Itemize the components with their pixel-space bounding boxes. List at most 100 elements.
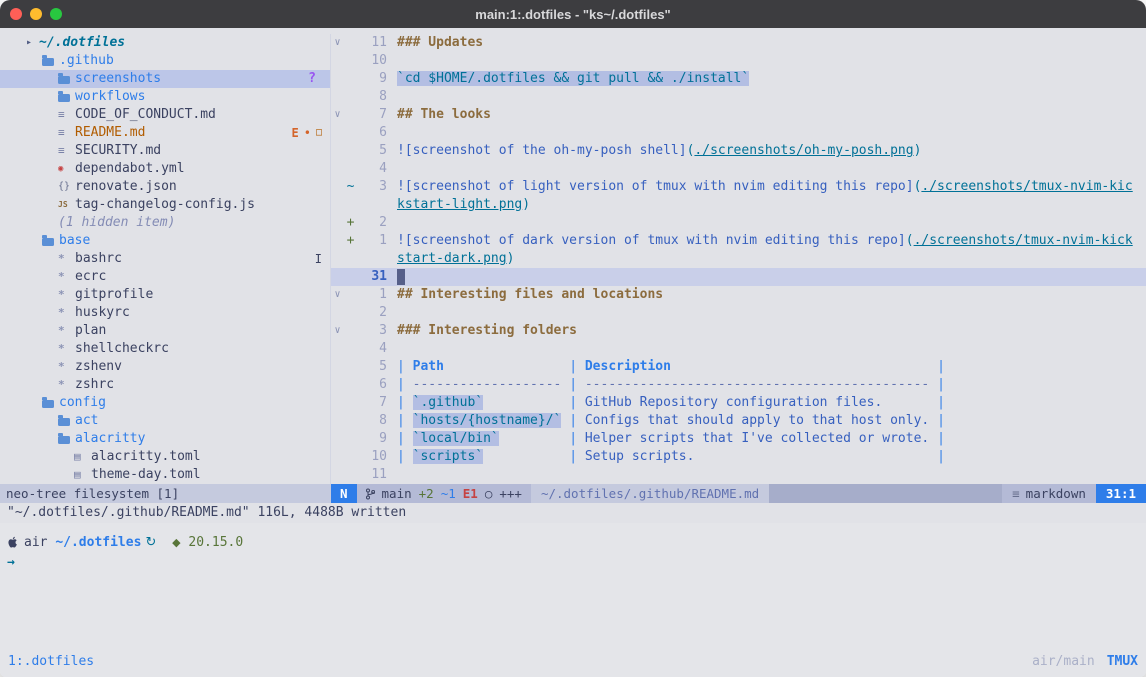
editor-line-9[interactable]: kstart-light.png) bbox=[331, 196, 1146, 214]
tree-item-zshenv[interactable]: *zshenv bbox=[0, 358, 330, 376]
line-text: | ------------------- | ----------------… bbox=[397, 376, 1146, 394]
tree-item-theme-day-toml[interactable]: ▤theme-day.toml bbox=[0, 466, 330, 484]
editor-line-16[interactable]: ∨3### Interesting folders bbox=[331, 322, 1146, 340]
tree-item-tag-changelog-config-js[interactable]: JStag-changelog-config.js bbox=[0, 196, 330, 214]
sign-column bbox=[344, 142, 357, 160]
editor-line-18[interactable]: 5| Path | Description | bbox=[331, 358, 1146, 376]
statusline-spacer bbox=[769, 484, 1002, 503]
tree-item-1-hidden-item[interactable]: (1 hidden item) bbox=[0, 214, 330, 232]
syntax-h: ## The looks bbox=[397, 107, 491, 122]
editor-line-1[interactable]: 10 bbox=[331, 52, 1146, 70]
tree-item-gitprofile[interactable]: *gitprofile bbox=[0, 286, 330, 304]
tree-item-huskyrc[interactable]: *huskyrc bbox=[0, 304, 330, 322]
sync-symbol: ↻ bbox=[146, 535, 157, 550]
syntax-lk: ) bbox=[914, 143, 922, 158]
editor-line-5[interactable]: 6 bbox=[331, 124, 1146, 142]
tree-item-zshrc[interactable]: *zshrc bbox=[0, 376, 330, 394]
editor-line-15[interactable]: 2 bbox=[331, 304, 1146, 322]
fold-marker-icon[interactable]: ∨ bbox=[331, 286, 344, 304]
folder-icon bbox=[58, 417, 75, 425]
tree-item-ecrc[interactable]: *ecrc bbox=[0, 268, 330, 286]
shell-pane[interactable]: air ~/.dotfiles ↻ ◆ 20.15.0 → bbox=[0, 523, 1146, 651]
editor-line-11[interactable]: +1![screenshot of dark version of tmux w… bbox=[331, 232, 1146, 250]
syntax-pipe: | bbox=[937, 413, 945, 428]
syntax-pipe: | bbox=[397, 431, 405, 446]
tmux-window-label[interactable]: 1:.dotfiles bbox=[8, 654, 94, 669]
shell-input-line[interactable]: → bbox=[7, 552, 1139, 572]
editor-line-4[interactable]: ∨7## The looks bbox=[331, 106, 1146, 124]
editor-line-17[interactable]: 4 bbox=[331, 340, 1146, 358]
syntax-h: ### Interesting folders bbox=[397, 323, 577, 338]
syntax-lku: ./screenshots/tmux-nvim-kick bbox=[914, 233, 1133, 248]
fold-marker-icon[interactable]: ∨ bbox=[331, 34, 344, 52]
line-number: 4 bbox=[357, 160, 397, 178]
tree-item-alacritty-toml[interactable]: ▤alacritty.toml bbox=[0, 448, 330, 466]
editor-line-2[interactable]: 9`cd $HOME/.dotfiles && git pull && ./in… bbox=[331, 70, 1146, 88]
editor-line-0[interactable]: ∨ 11### Updates bbox=[331, 34, 1146, 52]
minimize-button[interactable] bbox=[30, 8, 42, 20]
toml-file-icon: ▤ bbox=[74, 448, 91, 466]
editor-statusline: N main +2 ~1 E1 ○ +++ ~/.dotfiles/.githu bbox=[331, 484, 1146, 503]
line-text: ### Updates bbox=[397, 34, 1146, 52]
editor-panel[interactable]: ∨11### Updates109`cd $HOME/.dotfiles && … bbox=[331, 34, 1146, 484]
tree-item-github[interactable]: .github bbox=[0, 52, 330, 70]
editor-line-20[interactable]: 7| `.github` | GitHub Repository configu… bbox=[331, 394, 1146, 412]
node-version bbox=[181, 535, 189, 550]
tree-item-base[interactable]: base bbox=[0, 232, 330, 250]
line-number: 8 bbox=[357, 412, 397, 430]
syntax-pipe: | bbox=[569, 413, 577, 428]
syntax-pipe: | bbox=[937, 359, 945, 374]
syntax-pipe: | bbox=[397, 413, 405, 428]
tree-item-readme-md[interactable]: ≡README.mdE•□ bbox=[0, 124, 330, 142]
line-number: 31 bbox=[357, 268, 397, 286]
editor-line-8[interactable]: ~3![screenshot of light version of tmux … bbox=[331, 178, 1146, 196]
editor-line-14[interactable]: ∨1## Interesting files and locations bbox=[331, 286, 1146, 304]
line-number: 4 bbox=[357, 340, 397, 358]
editor-line-21[interactable]: 8| `hosts/{hostname}/` | Configs that sh… bbox=[331, 412, 1146, 430]
dotfile-file-icon: * bbox=[58, 322, 75, 340]
line-number: 1 bbox=[357, 232, 397, 250]
editor-line-23[interactable]: 10| `scripts` | Setup scripts. | bbox=[331, 448, 1146, 466]
close-button[interactable] bbox=[10, 8, 22, 20]
tree-item-bashrc[interactable]: *bashrcI bbox=[0, 250, 330, 268]
editor-line-12[interactable]: start-dark.png) bbox=[331, 250, 1146, 268]
tree-item-security-md[interactable]: ≡SECURITY.md bbox=[0, 142, 330, 160]
folder-icon bbox=[42, 57, 59, 65]
fold-marker-icon[interactable]: ∨ bbox=[331, 322, 344, 340]
editor-line-24[interactable]: 11 bbox=[331, 466, 1146, 484]
gitmod-indicator: □ bbox=[316, 124, 322, 142]
md-file-icon: ≡ bbox=[58, 106, 75, 124]
fold-marker-icon[interactable]: ∨ bbox=[331, 106, 344, 124]
editor-line-10[interactable]: +2 bbox=[331, 214, 1146, 232]
editor-line-19[interactable]: 6| ------------------- | ---------------… bbox=[331, 376, 1146, 394]
editor-current-line[interactable]: 31 bbox=[331, 268, 1146, 286]
md-file-icon: ≡ bbox=[58, 124, 75, 142]
tree-item-dotfiles[interactable]: ▸~/.dotfiles bbox=[0, 34, 330, 52]
dotfile-file-icon: * bbox=[58, 376, 75, 394]
dotfile-file-icon: * bbox=[58, 268, 75, 286]
editor-line-22[interactable]: 9| `local/bin` | Helper scripts that I'v… bbox=[331, 430, 1146, 448]
tree-item-act[interactable]: act bbox=[0, 412, 330, 430]
tree-item-code-of-conduct-md[interactable]: ≡CODE_OF_CONDUCT.md bbox=[0, 106, 330, 124]
editor-line-3[interactable]: 8 bbox=[331, 88, 1146, 106]
tree-item-shellcheckrc[interactable]: *shellcheckrc bbox=[0, 340, 330, 358]
item-indicators: E•□ bbox=[292, 124, 323, 142]
expander-icon[interactable]: ▸ bbox=[26, 34, 39, 52]
tree-item-screenshots[interactable]: screenshots? bbox=[0, 70, 330, 88]
tree-item-config[interactable]: config bbox=[0, 394, 330, 412]
zoom-button[interactable] bbox=[50, 8, 62, 20]
tree-item-dependabot-yml[interactable]: ◉dependabot.yml bbox=[0, 160, 330, 178]
line-number: 11 bbox=[357, 34, 397, 52]
tree-item-alacritty[interactable]: alacritty bbox=[0, 430, 330, 448]
editor-line-7[interactable]: 4 bbox=[331, 160, 1146, 178]
editor-line-6[interactable]: 5![screenshot of the oh-my-posh shell](.… bbox=[331, 142, 1146, 160]
neo-tree-panel[interactable]: ▸~/.dotfiles.githubscreenshots?workflows… bbox=[0, 34, 331, 484]
syntax-lku: ./screenshots/oh-my-posh.png bbox=[694, 143, 913, 158]
tree-item-workflows[interactable]: workflows bbox=[0, 88, 330, 106]
fold-column bbox=[331, 376, 344, 394]
filetype-segment: ≡ markdown bbox=[1002, 484, 1096, 503]
line-number: 3 bbox=[357, 178, 397, 196]
tmux-session-name: air/main bbox=[1032, 654, 1095, 669]
tree-item-renovate-json[interactable]: {}renovate.json bbox=[0, 178, 330, 196]
tree-item-plan[interactable]: *plan bbox=[0, 322, 330, 340]
